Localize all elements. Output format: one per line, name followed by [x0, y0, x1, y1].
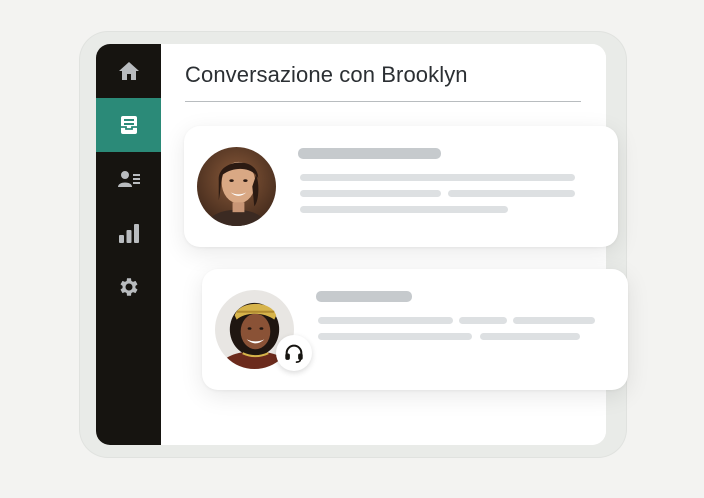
- bar-chart-icon: [118, 224, 139, 243]
- sidebar-item-contacts[interactable]: [96, 152, 161, 206]
- inbox-icon: [120, 116, 137, 134]
- sidebar-item-inbox[interactable]: [96, 98, 161, 152]
- message-line-placeholder: [300, 206, 508, 213]
- message-line-placeholder: [459, 317, 507, 324]
- message-sender-placeholder: [316, 291, 412, 302]
- message-line-placeholder: [448, 190, 575, 197]
- message-line-placeholder: [318, 333, 472, 340]
- sidebar-item-home[interactable]: [96, 44, 161, 98]
- message-line-placeholder: [513, 317, 595, 324]
- message-line-placeholder: [480, 333, 580, 340]
- message-sender-placeholder: [298, 148, 441, 159]
- message-line-placeholder: [300, 174, 575, 181]
- page-title: Conversazione con Brooklyn: [185, 62, 468, 87]
- contacts-icon: [117, 171, 140, 187]
- sidebar: [96, 44, 161, 445]
- home-icon: [118, 62, 139, 80]
- message-card-agent[interactable]: [202, 269, 628, 390]
- message-card-customer[interactable]: [184, 126, 618, 247]
- message-line-placeholder: [300, 190, 441, 197]
- sidebar-item-settings[interactable]: [96, 260, 161, 314]
- agent-badge: [276, 335, 312, 371]
- message-line-placeholder: [318, 317, 453, 324]
- gear-icon: [120, 278, 137, 296]
- title-divider: [185, 101, 581, 102]
- sidebar-item-reports[interactable]: [96, 206, 161, 260]
- headset-icon: [285, 344, 303, 363]
- customer-avatar: [197, 147, 276, 226]
